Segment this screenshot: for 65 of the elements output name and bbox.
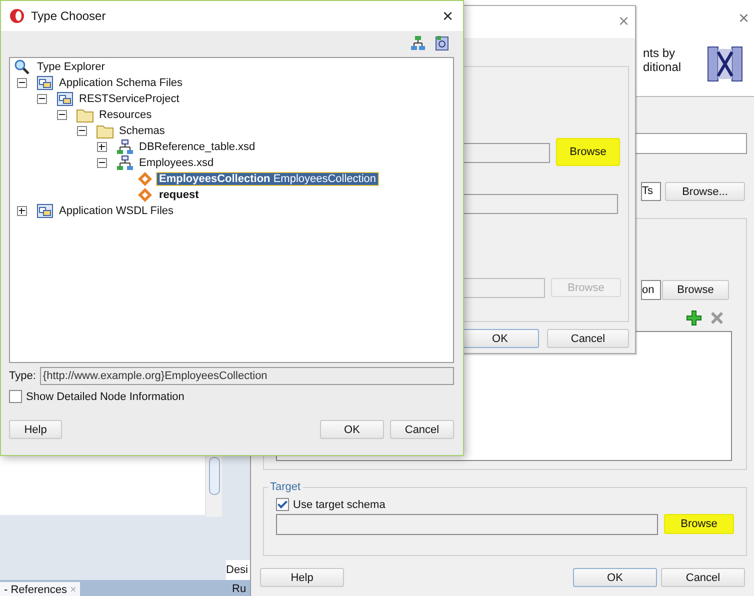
description-text: ditional bbox=[643, 60, 682, 74]
description-text: nts by bbox=[643, 46, 676, 60]
schema-icon bbox=[116, 155, 134, 171]
tree-item[interactable]: request bbox=[157, 189, 201, 201]
close-button[interactable]: × bbox=[442, 6, 453, 26]
expand-toggle[interactable] bbox=[17, 78, 27, 88]
references-tab[interactable]: - References × bbox=[0, 582, 80, 596]
tree-item[interactable]: Type Explorer bbox=[35, 61, 107, 73]
tree-item[interactable]: DBReference_table.xsd bbox=[137, 141, 258, 153]
checkbox[interactable] bbox=[9, 390, 22, 403]
app-logo-icon bbox=[9, 8, 25, 24]
tree-item[interactable]: Resources bbox=[97, 109, 154, 121]
type-field[interactable]: {http://www.example.org}EmployeesCollection bbox=[40, 367, 454, 385]
tree-item[interactable]: Employees.xsd bbox=[137, 157, 216, 169]
browse-button[interactable]: Browse bbox=[556, 138, 620, 166]
expand-toggle[interactable] bbox=[37, 94, 47, 104]
schema-field[interactable] bbox=[276, 514, 658, 535]
tree-item[interactable]: RESTServiceProject bbox=[77, 93, 182, 105]
dialog-button[interactable]: Help bbox=[260, 568, 344, 587]
ok-button[interactable]: OK bbox=[461, 329, 539, 348]
document-icon[interactable] bbox=[434, 35, 450, 51]
dialog-button[interactable]: Help bbox=[9, 420, 62, 439]
schema-icon bbox=[116, 139, 134, 155]
window-title: Type Chooser bbox=[31, 9, 107, 23]
project-icon bbox=[56, 91, 74, 107]
tab-label: - References bbox=[4, 584, 67, 596]
checkbox-label: Use target schema bbox=[293, 498, 386, 510]
checkbox[interactable] bbox=[276, 498, 289, 511]
group-title: Target bbox=[268, 481, 303, 493]
cancel-button[interactable]: Cancel bbox=[547, 329, 629, 348]
add-icon[interactable] bbox=[686, 310, 702, 326]
editor-tab[interactable]: Ru bbox=[232, 583, 246, 595]
scrollbar[interactable] bbox=[206, 455, 222, 517]
transform-icon bbox=[707, 46, 743, 82]
close-button[interactable]: × bbox=[738, 8, 749, 29]
tree-item[interactable]: EmployeesCollection EmployeesCollection bbox=[157, 173, 378, 185]
folder-icon bbox=[96, 123, 114, 139]
dialog-button[interactable]: OK bbox=[320, 420, 384, 439]
tree-item[interactable]: Application Schema Files bbox=[57, 77, 185, 89]
dialog-button[interactable]: OK bbox=[573, 568, 657, 587]
close-button[interactable]: × bbox=[618, 11, 629, 32]
dialog-button[interactable]: Cancel bbox=[390, 420, 454, 439]
text-fragment: on bbox=[641, 280, 661, 300]
type-label: Type: bbox=[9, 370, 36, 382]
project-icon bbox=[36, 75, 54, 91]
hierarchy-icon[interactable] bbox=[410, 35, 426, 51]
expand-toggle[interactable] bbox=[57, 110, 67, 120]
browse-button[interactable]: Browse bbox=[664, 514, 734, 534]
dialog-button[interactable]: Cancel bbox=[661, 568, 745, 587]
tree-view[interactable]: Type Explorer Application Schema Files RESTServiceProject Resources Schemas DBReference_table.xsd Employees.xsd EmployeesCollection EmployeesCollection request Application WSDL Files bbox=[9, 57, 454, 363]
checkbox-label: Show Detailed Node Information bbox=[26, 390, 184, 402]
expand-toggle[interactable] bbox=[77, 126, 87, 136]
text-fragment: Ts bbox=[641, 182, 661, 201]
project-icon bbox=[36, 203, 54, 219]
element-icon bbox=[136, 187, 154, 203]
browse-button[interactable]: Browse... bbox=[665, 182, 745, 201]
tree-item[interactable]: Schemas bbox=[117, 125, 167, 137]
expand-toggle[interactable] bbox=[97, 158, 107, 168]
tree-item[interactable]: Application WSDL Files bbox=[57, 205, 176, 217]
expand-toggle[interactable] bbox=[17, 206, 27, 216]
expand-toggle[interactable] bbox=[97, 142, 107, 152]
magnifier-icon bbox=[14, 59, 32, 75]
element-icon bbox=[136, 171, 154, 187]
browse-button[interactable]: Browse bbox=[662, 280, 729, 300]
folder-icon bbox=[76, 107, 94, 123]
